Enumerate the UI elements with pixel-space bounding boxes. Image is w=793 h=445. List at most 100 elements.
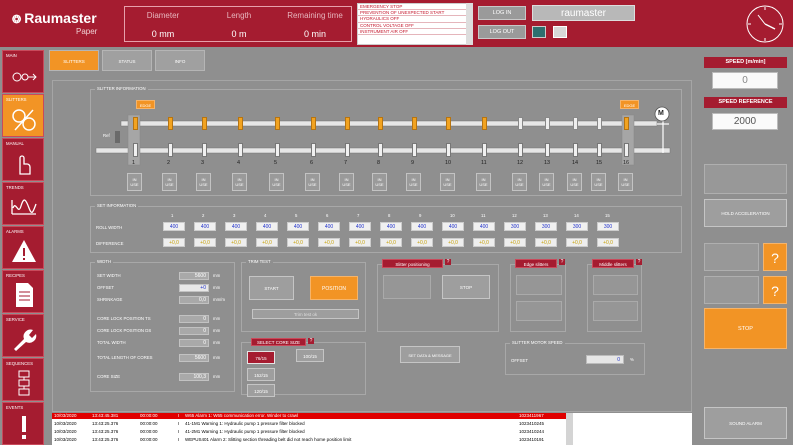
alarm-row[interactable]: 10/03/2020 13:43:45.381 00:00:00 I W65 Alarm…: [52, 413, 567, 419]
set-width-field[interactable]: 5600: [179, 272, 209, 280]
sidebar-item-trends[interactable]: TRENDS: [2, 182, 44, 225]
roll-width-cell[interactable]: 300: [535, 222, 557, 231]
slitter-number: 3: [201, 160, 205, 166]
in-use-indicator[interactable]: IN USE: [127, 173, 142, 191]
in-use-indicator[interactable]: IN USE: [512, 173, 527, 191]
in-use-indicator[interactable]: IN USE: [567, 173, 582, 191]
in-use-indicator[interactable]: IN USE: [476, 173, 491, 191]
alarm-row[interactable]: 10/03/2020 13:43:25.376 00:00:00 I WEPUS401 …: [52, 437, 567, 443]
core-ts-field[interactable]: 0: [179, 315, 209, 323]
alarm-flag: I: [178, 421, 180, 426]
in-use-indicator[interactable]: IN USE: [591, 173, 606, 191]
in-use-indicator[interactable]: IN USE: [539, 173, 554, 191]
core-size-option[interactable]: 76/15: [247, 351, 275, 364]
sidebar-item-alarms[interactable]: ALARMS: [2, 226, 44, 269]
set-column-number: 5: [295, 213, 298, 218]
sidebar-item-sequences[interactable]: SEQUENCES: [2, 358, 44, 401]
help-icon[interactable]: ?: [559, 259, 565, 265]
motor-offset-label: OFFSET: [511, 358, 528, 363]
alarm-row[interactable]: 10/03/2020 13:43:25.376 00:00:00 I 41-2M1 Wa…: [52, 429, 567, 435]
roll-width-cell[interactable]: 400: [256, 222, 278, 231]
monitor-icon[interactable]: [532, 26, 546, 38]
set-column-number: 4: [264, 213, 267, 218]
roll-width-cell[interactable]: 300: [504, 222, 526, 231]
total-cores-field[interactable]: 5600: [179, 354, 209, 362]
in-use-indicator[interactable]: IN USE: [372, 173, 387, 191]
roll-width-cell[interactable]: 400: [349, 222, 371, 231]
shrinkage-field[interactable]: 0,0: [179, 296, 209, 304]
help-icon[interactable]: ?: [636, 259, 642, 265]
core-size-option[interactable]: 100/15: [296, 349, 324, 362]
roll-width-cell[interactable]: 300: [566, 222, 588, 231]
sidebar-item-slitters[interactable]: SLITTERS: [2, 94, 44, 137]
roll-width-cell[interactable]: 400: [380, 222, 402, 231]
help-icon[interactable]: ?: [445, 259, 451, 265]
sound-alarm-button[interactable]: SOUND ALARM: [704, 407, 787, 439]
slitter-stop-button[interactable]: STOP: [442, 275, 490, 299]
in-use-indicator[interactable]: IN USE: [440, 173, 455, 191]
measurement-panel: Diameter 0 mm Length 0 m Remaining time …: [124, 6, 352, 42]
roll-width-cell[interactable]: 400: [442, 222, 464, 231]
bottom-knife: [275, 143, 280, 157]
tab-info[interactable]: INFO: [155, 50, 205, 71]
logout-button[interactable]: LOG OUT: [478, 25, 526, 39]
offset-field[interactable]: +0: [179, 284, 209, 292]
stop-button[interactable]: STOP: [704, 308, 787, 349]
alarm-item[interactable]: INSTRUMENT AIR OFF: [358, 29, 472, 36]
in-use-indicator[interactable]: IN USE: [196, 173, 211, 191]
roll-width-cell[interactable]: 400: [163, 222, 185, 231]
shrinkage-unit: mm/m: [213, 297, 225, 302]
trim-position-button[interactable]: POSITION: [310, 276, 358, 300]
roll-width-cell[interactable]: 400: [225, 222, 247, 231]
trim-start-button[interactable]: START: [249, 276, 294, 300]
in-use-indicator[interactable]: IN USE: [305, 173, 320, 191]
core-ds-field[interactable]: 0: [179, 327, 209, 335]
hold-acceleration-button[interactable]: HOLD ACCELERATION: [704, 199, 787, 227]
core-size-option[interactable]: 120/15: [247, 384, 275, 397]
help-button[interactable]: ?: [763, 276, 787, 304]
sidebar-item-label: SEQUENCES: [6, 361, 33, 366]
sidebar-item-service[interactable]: SERVICE: [2, 314, 44, 357]
in-use-indicator[interactable]: IN USE: [339, 173, 354, 191]
sidebar-item-main[interactable]: MAIN: [2, 50, 44, 93]
core-size-option[interactable]: 152/15: [247, 368, 275, 381]
help-icon[interactable]: ?: [308, 338, 314, 344]
total-width-field[interactable]: 0: [179, 339, 209, 347]
in-use-indicator[interactable]: IN USE: [232, 173, 247, 191]
total-width-label: TOTAL WIDTH: [97, 340, 126, 345]
sidebar-item-manual[interactable]: MANUAL: [2, 138, 44, 181]
roll-width-cell[interactable]: 400: [287, 222, 309, 231]
alarm-history-table[interactable]: 10/03/2020 13:43:45.381 00:00:00 I W65 Alarm…: [52, 413, 692, 445]
active-alarm-list[interactable]: EMERGENCY STOP PREVENTION OF UNEXPECTED …: [357, 3, 473, 45]
roll-width-cell[interactable]: 300: [597, 222, 619, 231]
help-button[interactable]: ?: [763, 243, 787, 271]
roll-width-cell[interactable]: 400: [194, 222, 216, 231]
top-knife: [573, 117, 578, 130]
top-knife: [378, 117, 383, 130]
in-use-indicator[interactable]: IN USE: [618, 173, 633, 191]
difference-cell: +0,0: [163, 238, 185, 247]
in-use-indicator[interactable]: IN USE: [269, 173, 284, 191]
printer-icon[interactable]: [553, 26, 567, 38]
core-size-field[interactable]: 100,3: [179, 373, 209, 381]
tab-slitters[interactable]: SLITTERS: [49, 50, 99, 71]
main-icon: [12, 72, 37, 82]
sidebar-item-recipes[interactable]: RECIPES: [2, 270, 44, 313]
roll-width-cell[interactable]: 400: [411, 222, 433, 231]
login-button[interactable]: LOG IN: [478, 6, 526, 20]
motor-offset-input[interactable]: 0: [586, 355, 624, 364]
roll-width-cell[interactable]: 400: [318, 222, 340, 231]
in-use-indicator[interactable]: IN USE: [162, 173, 177, 191]
speed-reference-input[interactable]: 2000: [712, 113, 778, 130]
bottom-knife: [518, 143, 523, 157]
alarm-row[interactable]: 10/03/2020 13:43:25.376 00:00:00 I 41-1M1 Wa…: [52, 421, 567, 427]
roll-width-cell[interactable]: 400: [473, 222, 495, 231]
logo: ❂ Raumaster: [12, 10, 97, 26]
in-use-indicator[interactable]: IN USE: [406, 173, 421, 191]
alarm-list-scrollbar[interactable]: [466, 3, 473, 45]
set-data-message-button[interactable]: SET DATA & MESSAGE: [400, 346, 460, 363]
alarm-table-scrollbar[interactable]: [566, 413, 573, 445]
sidebar-item-events[interactable]: EVENTS: [2, 402, 44, 445]
tab-status[interactable]: STATUS: [102, 50, 152, 71]
bottom-knife: [378, 143, 383, 157]
